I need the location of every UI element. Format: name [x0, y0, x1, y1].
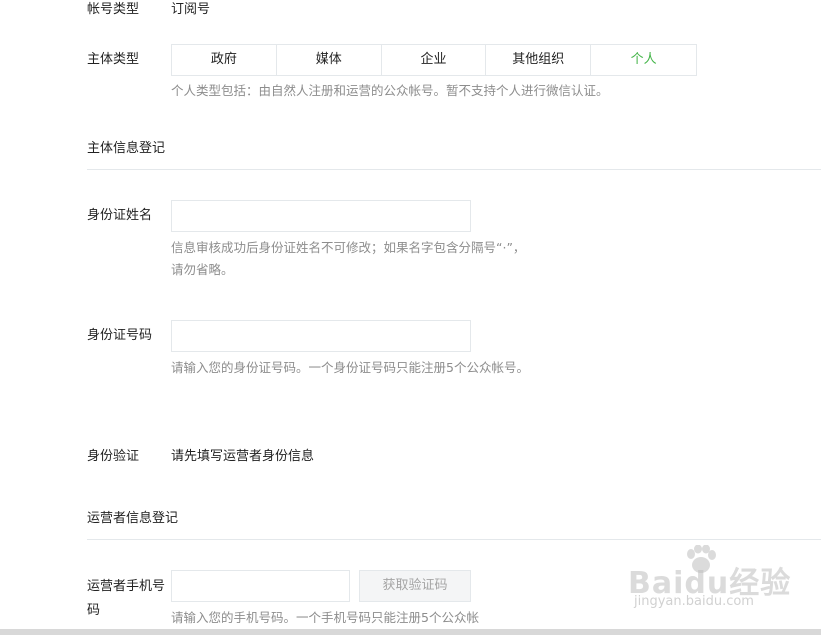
operator-phone-hint: 请输入您的手机号码。一个手机号码只能注册5个公众帐: [171, 610, 479, 625]
get-verification-code-button[interactable]: 获取验证码: [359, 570, 471, 602]
id-number-label: 身份证号码: [87, 328, 153, 343]
subject-type-option-government[interactable]: 政府: [172, 45, 277, 75]
account-type-label: 帐号类型: [87, 2, 140, 17]
subject-type-option-individual[interactable]: 个人: [591, 45, 696, 75]
identity-verification-label: 身份验证: [87, 449, 140, 464]
id-name-hint: 信息审核成功后身份证姓名不可修改；如果名字包含分隔号“·”，请勿省略。: [171, 240, 526, 277]
subject-type-option-other-org[interactable]: 其他组织: [486, 45, 592, 75]
id-number-input[interactable]: [171, 320, 471, 352]
account-type-value: 订阅号: [171, 2, 211, 17]
operator-info-divider: [87, 539, 821, 540]
baidu-jingyan-watermark-url: jingyan.baidu.com: [634, 594, 754, 609]
horizontal-scrollbar[interactable]: [0, 629, 821, 635]
id-name-label: 身份证姓名: [87, 208, 153, 223]
identity-verification-value: 请先填写运营者身份信息: [171, 449, 315, 464]
subject-info-divider: [87, 169, 821, 170]
subject-type-selector: 政府 媒体 企业 其他组织 个人: [171, 44, 697, 76]
registration-form-page: 帐号类型 订阅号 主体类型 政府 媒体 企业 其他组织 个人 个人类型包括：由自…: [0, 0, 821, 635]
operator-info-section-title: 运营者信息登记: [87, 511, 179, 526]
subject-type-option-media[interactable]: 媒体: [276, 45, 382, 75]
subject-type-option-enterprise[interactable]: 企业: [381, 45, 487, 75]
subject-info-section-title: 主体信息登记: [87, 141, 166, 156]
id-name-input[interactable]: [171, 200, 471, 232]
id-number-hint: 请输入您的身份证号码。一个身份证号码只能注册5个公众帐号。: [171, 360, 529, 375]
subject-type-label: 主体类型: [87, 52, 140, 67]
subject-type-hint: 个人类型包括：由自然人注册和运营的公众帐号。暂不支持个人进行微信认证。: [171, 83, 609, 98]
operator-phone-input[interactable]: [171, 570, 350, 602]
operator-phone-label: 运营者手机号码: [87, 579, 166, 618]
